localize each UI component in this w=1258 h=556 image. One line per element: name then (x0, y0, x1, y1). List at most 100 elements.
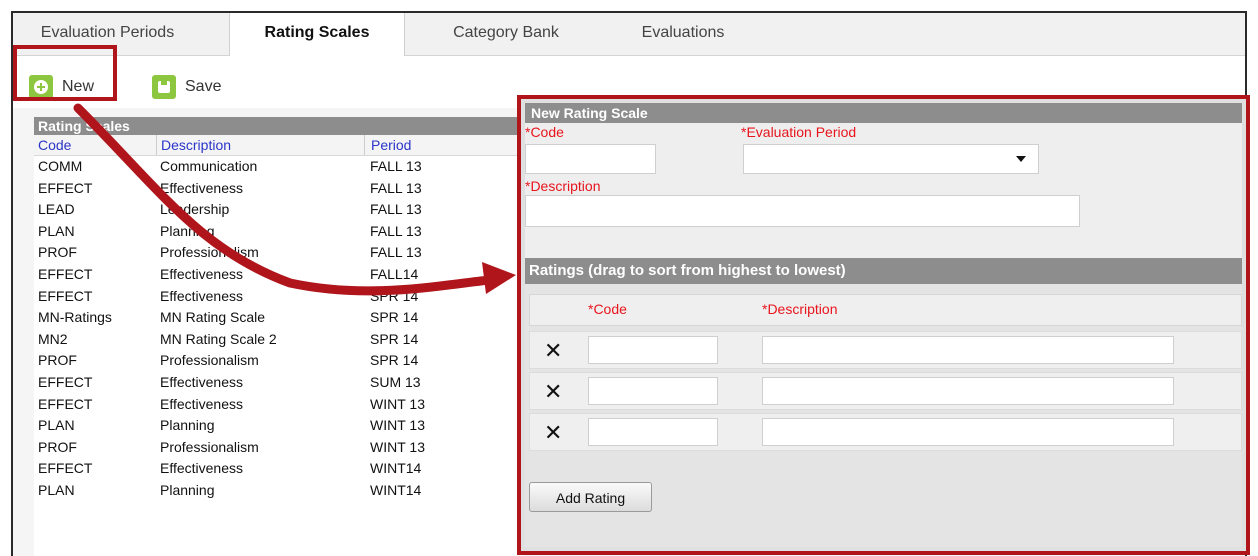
row-period: SUM 13 (370, 373, 421, 390)
row-period: WINT14 (370, 481, 422, 498)
table-row[interactable]: EFFECT Effectiveness SPR 14 (34, 286, 524, 308)
tab-bar: Evaluation Periods Rating Scales Categor… (13, 13, 1245, 56)
table-row[interactable]: EFFECT Effectiveness SUM 13 (34, 372, 524, 394)
evaluation-period-label: *Evaluation Period (741, 124, 857, 140)
table-row[interactable]: PROF Professionalism WINT 13 (34, 437, 524, 459)
row-period: FALL 13 (370, 158, 422, 174)
code-label: *Code (525, 124, 564, 140)
remove-rating-icon[interactable]: ✕ (544, 381, 562, 403)
row-period: FALL14 (370, 265, 419, 282)
rating-row: ✕ (529, 413, 1242, 451)
row-code: LEAD (38, 201, 75, 218)
tab-category-bank[interactable]: Category Bank (441, 13, 571, 55)
evaluation-period-select[interactable] (743, 144, 1039, 174)
row-period: WINT 13 (370, 438, 425, 455)
ratings-column-headers: *Code *Description (529, 294, 1242, 326)
row-code: PROF (38, 352, 77, 369)
rating-row: ✕ (529, 331, 1242, 369)
remove-rating-icon[interactable]: ✕ (544, 422, 562, 444)
row-period: FALL 13 (370, 222, 422, 239)
new-button[interactable]: New (29, 72, 94, 102)
table-row[interactable]: EFFECT Effectiveness FALL 13 (34, 178, 524, 200)
tab-evaluation-periods[interactable]: Evaluation Periods (25, 13, 190, 55)
add-rating-button[interactable]: Add Rating (529, 482, 652, 512)
save-button[interactable]: Save (152, 72, 221, 102)
rating-scales-rows: COMM Communication FALL 13 EFFECT Effectiven… (34, 156, 524, 502)
new-rating-scale-panel: New Rating Scale *Code *Evaluation Perio… (517, 95, 1250, 555)
table-row[interactable]: PROF Professionalism SPR 14 (34, 350, 524, 372)
row-description: MN Rating Scale 2 (160, 330, 277, 347)
row-code: EFFECT (38, 179, 93, 196)
row-description: Planning (160, 417, 215, 434)
tab-evaluations[interactable]: Evaluations (613, 13, 753, 55)
new-rating-scale-title: New Rating Scale (525, 103, 1242, 123)
table-row[interactable]: EFFECT Effectiveness WINT14 (34, 458, 524, 480)
row-code: PROF (38, 438, 77, 455)
row-description: Professionalism (160, 352, 259, 369)
column-header-description[interactable]: Description (156, 135, 231, 155)
row-code: MN2 (38, 330, 68, 347)
description-label: *Description (525, 178, 601, 194)
row-description: Effectiveness (160, 460, 244, 477)
column-header-period[interactable]: Period (364, 135, 411, 155)
table-row[interactable]: PROF Professionalism FALL 13 (34, 242, 524, 264)
rating-code-header: *Code (588, 301, 627, 317)
row-code: EFFECT (38, 460, 93, 477)
row-description: Communication (160, 158, 258, 174)
row-code: EFFECT (38, 373, 93, 390)
rating-description-header: *Description (762, 301, 838, 317)
column-header-code[interactable]: Code (38, 135, 71, 155)
row-period: WINT 13 (370, 417, 425, 434)
row-description: Professionalism (160, 244, 259, 261)
new-button-label: New (62, 78, 95, 95)
row-period: SPR 14 (370, 330, 419, 347)
table-row[interactable]: PLAN Planning FALL 13 (34, 221, 524, 243)
row-code: EFFECT (38, 395, 93, 412)
row-description: Effectiveness (160, 265, 244, 282)
row-description: Effectiveness (160, 395, 244, 412)
ratings-title: Ratings (drag to sort from highest to lo… (525, 258, 1242, 284)
row-description: MN Rating Scale (160, 309, 266, 326)
rating-description-input[interactable] (762, 336, 1174, 364)
table-row[interactable]: MN-Ratings MN Rating Scale SPR 14 (34, 307, 524, 329)
rating-code-input[interactable] (588, 336, 718, 364)
rating-description-input[interactable] (762, 377, 1174, 405)
rating-code-input[interactable] (588, 418, 718, 446)
rating-scales-title: Rating Scales (34, 117, 524, 135)
description-input[interactable] (525, 195, 1080, 227)
row-description: Effectiveness (160, 179, 244, 196)
caret-down-icon (1016, 156, 1026, 162)
table-row[interactable]: PLAN Planning WINT14 (34, 480, 524, 502)
rating-description-input[interactable] (762, 418, 1174, 446)
table-row[interactable]: MN2 MN Rating Scale 2 SPR 14 (34, 329, 524, 351)
code-input[interactable] (525, 144, 656, 174)
row-period: FALL 13 (370, 179, 422, 196)
table-row[interactable]: COMM Communication FALL 13 (34, 156, 524, 178)
floppy-disk-icon (152, 75, 176, 99)
row-code: COMM (38, 158, 83, 174)
rating-scales-column-headers: Code Description Period (34, 135, 524, 156)
row-code: EFFECT (38, 265, 93, 282)
table-row[interactable]: EFFECT Effectiveness WINT 13 (34, 394, 524, 416)
row-period: FALL 13 (370, 201, 422, 218)
row-code: PLAN (38, 417, 75, 434)
row-code: PROF (38, 244, 77, 261)
table-row[interactable]: EFFECT Effectiveness FALL14 (34, 264, 524, 286)
rating-scales-list: Rating Scales Code Description Period CO… (34, 117, 524, 556)
remove-rating-icon[interactable]: ✕ (544, 340, 562, 362)
table-row[interactable]: LEAD Leadership FALL 13 (34, 199, 524, 221)
tab-rating-scales[interactable]: Rating Scales (229, 13, 405, 56)
row-description: Planning (160, 222, 215, 239)
row-code: PLAN (38, 481, 75, 498)
row-period: SPR 14 (370, 309, 419, 326)
rating-code-input[interactable] (588, 377, 718, 405)
row-period: FALL 13 (370, 244, 422, 261)
row-code: MN-Ratings (38, 309, 112, 326)
row-description: Effectiveness (160, 373, 244, 390)
row-code: EFFECT (38, 287, 93, 304)
row-period: WINT14 (370, 460, 422, 477)
ratings-section: *Code *Description ✕ ✕ ✕ Add Rating (525, 284, 1242, 547)
table-row[interactable]: PLAN Planning WINT 13 (34, 415, 524, 437)
save-button-label: Save (185, 78, 222, 95)
row-period: SPR 14 (370, 352, 419, 369)
